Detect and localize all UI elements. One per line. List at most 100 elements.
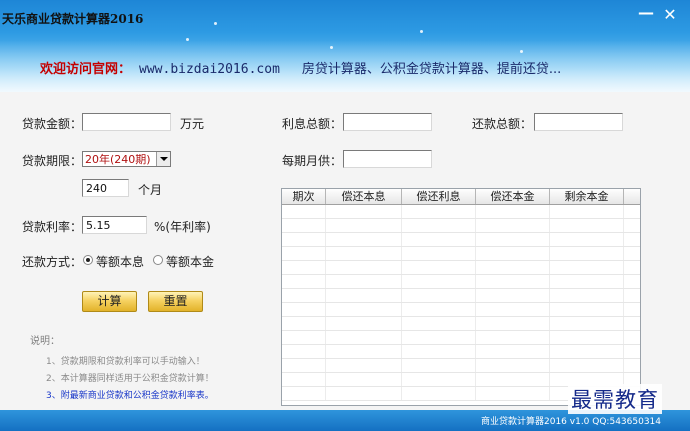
- table-cell: [476, 331, 550, 344]
- banner-sparkle: [214, 22, 217, 25]
- table-cell: [402, 303, 476, 316]
- table-cell: [326, 289, 402, 302]
- table-cell: [476, 345, 550, 358]
- table-cell: [402, 289, 476, 302]
- banner-sparkle: [520, 50, 523, 53]
- table-body: [282, 205, 640, 401]
- table-cell: [326, 247, 402, 260]
- table-cell: [550, 303, 624, 316]
- table-cell: [282, 205, 326, 218]
- app-window: 天乐商业贷款计算器2016 — ✕ 欢迎访问官网： www.bizdai2016.…: [0, 0, 690, 431]
- equal-principal-label[interactable]: 等额本金: [166, 253, 214, 270]
- interest-rate-unit: %(年利率): [154, 220, 211, 234]
- table-cell: [282, 373, 326, 386]
- total-interest-label: 利息总额：: [282, 117, 343, 131]
- table-cell: [402, 261, 476, 274]
- table-cell: [326, 261, 402, 274]
- table-row: [282, 317, 640, 331]
- table-cell: [282, 275, 326, 288]
- banner-sparkle: [420, 30, 423, 33]
- table-cell: [402, 387, 476, 400]
- table-cell: [402, 359, 476, 372]
- note-item: 1、贷款期限和贷款利率可以手动输入！: [46, 357, 205, 367]
- loan-term-select[interactable]: 20年(240期): [82, 151, 171, 167]
- column-header-remaining[interactable]: 剩余本金: [550, 189, 624, 204]
- column-header-period[interactable]: 期次: [282, 189, 326, 204]
- table-row: [282, 359, 640, 373]
- table-cell: [326, 331, 402, 344]
- column-header-principal[interactable]: 偿还本金: [476, 189, 550, 204]
- table-cell: [476, 205, 550, 218]
- chevron-down-icon[interactable]: [156, 152, 170, 166]
- table-row: [282, 261, 640, 275]
- table-cell: [476, 303, 550, 316]
- table-cell: [550, 317, 624, 330]
- table-cell: [476, 373, 550, 386]
- table-cell: [326, 387, 402, 400]
- table-cell: [476, 317, 550, 330]
- table-cell: [282, 233, 326, 246]
- table-cell: [402, 247, 476, 260]
- header-banner: 天乐商业贷款计算器2016 — ✕ 欢迎访问官网： www.bizdai2016.…: [0, 0, 690, 92]
- loan-amount-input[interactable]: [82, 113, 171, 131]
- table-cell: [402, 373, 476, 386]
- interest-rate-label: 贷款利率：: [22, 220, 83, 234]
- interest-rate-input[interactable]: [82, 216, 147, 234]
- table-cell: [402, 219, 476, 232]
- table-cell: [282, 247, 326, 260]
- total-interest-field[interactable]: [343, 113, 432, 131]
- total-repayment-label: 还款总额：: [472, 117, 533, 131]
- table-cell: [326, 317, 402, 330]
- welcome-line: 欢迎访问官网： www.bizdai2016.com 房贷计算器、公积金贷款计算器、…: [40, 58, 561, 77]
- column-header-interest[interactable]: 偿还利息: [402, 189, 476, 204]
- notes-section: 说明： 1、贷款期限和贷款利率可以手动输入！ 2、本计算器同样适用于公积金贷款计…: [30, 333, 214, 405]
- table-cell: [550, 205, 624, 218]
- equal-installment-label[interactable]: 等额本息: [96, 253, 144, 270]
- repayment-schedule-table[interactable]: 期次 偿还本息 偿还利息 偿还本金 剩余本金: [281, 188, 641, 406]
- rate-table-link[interactable]: 3、附最新商业贷款和公积金贷款利率表。: [30, 388, 214, 405]
- calculate-button[interactable]: 计算: [82, 291, 137, 312]
- table-cell: [282, 289, 326, 302]
- table-cell: [326, 219, 402, 232]
- table-cell: [402, 275, 476, 288]
- table-header: 期次 偿还本息 偿还利息 偿还本金 剩余本金: [282, 189, 640, 205]
- table-cell: [282, 303, 326, 316]
- table-cell: [402, 233, 476, 246]
- table-cell: [326, 205, 402, 218]
- close-button[interactable]: ✕: [661, 6, 679, 24]
- monthly-payment-field[interactable]: [343, 150, 432, 168]
- table-cell: [550, 247, 624, 260]
- equal-principal-radio[interactable]: [153, 255, 163, 265]
- table-cell: [550, 345, 624, 358]
- table-row: [282, 303, 640, 317]
- table-cell: [326, 345, 402, 358]
- table-cell: [402, 331, 476, 344]
- table-cell: [550, 219, 624, 232]
- equal-installment-radio[interactable]: [83, 255, 93, 265]
- table-cell: [326, 359, 402, 372]
- loan-term-selected: 20年(240期): [85, 153, 151, 166]
- table-cell: [476, 387, 550, 400]
- total-repayment-field[interactable]: [534, 113, 623, 131]
- monthly-payment-label: 每期月供：: [282, 154, 343, 168]
- table-cell: [282, 387, 326, 400]
- term-months-input[interactable]: [82, 179, 129, 197]
- table-cell: [282, 317, 326, 330]
- table-cell: [550, 359, 624, 372]
- website-link[interactable]: www.bizdai2016.com: [139, 62, 280, 77]
- table-row: [282, 219, 640, 233]
- minimize-button[interactable]: —: [638, 5, 654, 24]
- table-cell: [282, 345, 326, 358]
- table-cell: [402, 317, 476, 330]
- table-cell: [326, 275, 402, 288]
- reset-button[interactable]: 重置: [148, 291, 203, 312]
- table-cell: [282, 331, 326, 344]
- table-cell: [476, 275, 550, 288]
- table-cell: [476, 233, 550, 246]
- watermark-logo: 最需教育: [568, 384, 662, 414]
- table-cell: [550, 289, 624, 302]
- table-cell: [326, 233, 402, 246]
- column-header-payment[interactable]: 偿还本息: [326, 189, 402, 204]
- table-cell: [476, 219, 550, 232]
- table-row: [282, 275, 640, 289]
